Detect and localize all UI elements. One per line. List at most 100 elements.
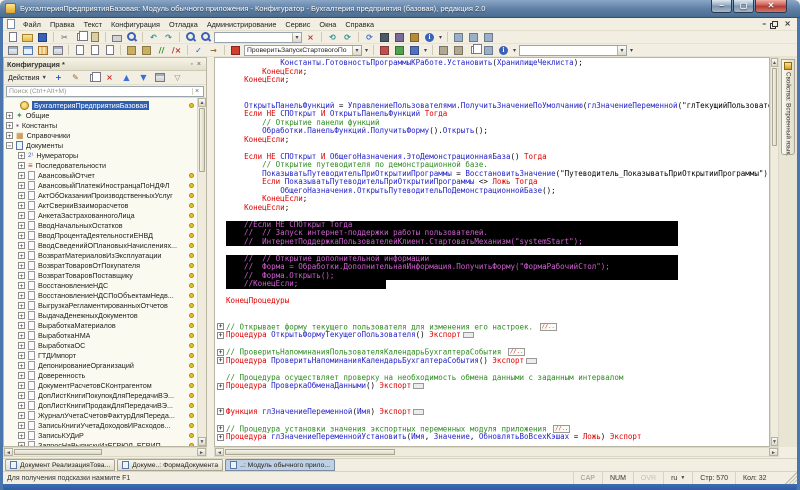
code-line[interactable]: КонецЕсли; xyxy=(217,204,769,213)
code-line[interactable]: // ИнтернетПоддержкаПользователейКлиент.… xyxy=(217,238,769,247)
tree-item[interactable]: +БухгалтерияПредприятияБазовая xyxy=(4,100,197,110)
menu-Администрирование[interactable]: Администрирование xyxy=(207,20,277,29)
code-line[interactable]: // // Запуск интернет-поддержки работы п… xyxy=(217,229,769,238)
window-tab[interactable]: ..: Модуль обычного прило... xyxy=(225,459,335,471)
menu-Правка[interactable]: Правка xyxy=(50,20,75,29)
code-line[interactable]: +Функция глЗначениеПеременной(Имя) Экспо… xyxy=(217,408,769,417)
menu-Текст[interactable]: Текст xyxy=(84,20,102,29)
menu-Конфигурация[interactable]: Конфигурация xyxy=(111,20,160,29)
child-close-button[interactable]: × xyxy=(784,19,791,29)
expand-icon[interactable]: + xyxy=(18,172,25,179)
title-bar[interactable]: БухгалтерияПредприятияБазовая: Модуль об… xyxy=(0,0,800,18)
maximize-button[interactable]: ▢ xyxy=(733,0,754,13)
code-line[interactable] xyxy=(217,306,769,315)
expand-icon[interactable]: + xyxy=(18,152,25,159)
editor-horizontal-scrollbar[interactable]: ◄ ► xyxy=(214,447,779,457)
panel-header[interactable]: Конфигурация * ◦ × xyxy=(4,58,206,71)
minimize-button[interactable]: – xyxy=(711,0,732,13)
code-line[interactable] xyxy=(217,246,769,255)
expand-icon[interactable]: + xyxy=(18,272,25,279)
code-line[interactable]: +// Процедура установки значения экспорт… xyxy=(217,425,769,434)
resize-grip[interactable] xyxy=(785,472,797,484)
collapsed-comment-box[interactable]: //.. xyxy=(553,425,570,433)
expand-icon[interactable]: + xyxy=(18,422,25,429)
code-line[interactable]: +// ПроверитьНапоминанияПользователяКале… xyxy=(217,348,769,357)
collapse-icon[interactable]: − xyxy=(6,142,13,149)
expand-icon[interactable]: + xyxy=(18,342,25,349)
chevron-down-icon[interactable]: ▾ xyxy=(292,33,301,42)
tree-item[interactable]: +ВыработкаМатериалов xyxy=(4,320,197,330)
module-editor-button[interactable] xyxy=(51,44,64,56)
code-line[interactable]: КонецЕсли; xyxy=(217,68,769,77)
tree-item[interactable]: +ВыгрузкаРегламентированныхОтчетов xyxy=(4,300,197,310)
tree-item[interactable]: +Нумераторы xyxy=(4,150,197,160)
expand-icon[interactable]: + xyxy=(6,112,13,119)
tree-scroll-thumb[interactable] xyxy=(199,108,205,172)
code-line[interactable]: КонецЕсли; xyxy=(217,76,769,85)
expand-icon[interactable]: + xyxy=(18,202,25,209)
tree-item[interactable]: +ДопЛистКнигиПокупокДляПередачиВЭ... xyxy=(4,390,197,400)
fold-expand-icon[interactable]: + xyxy=(217,434,224,441)
toggle-bookmark-button[interactable] xyxy=(103,44,116,56)
help-dropdown[interactable]: ▾ xyxy=(438,34,443,41)
code-line[interactable] xyxy=(217,93,769,102)
panel-splitter[interactable] xyxy=(207,57,214,447)
replace-all-button[interactable]: ⟳ xyxy=(341,31,354,43)
expand-icon[interactable]: + xyxy=(18,372,25,379)
expand-icon[interactable]: + xyxy=(18,382,25,389)
tree-item[interactable]: +ВосстановлениеНДС xyxy=(4,280,197,290)
code-line[interactable] xyxy=(217,391,769,400)
expand-icon[interactable]: + xyxy=(18,442,25,447)
expand-icon[interactable]: + xyxy=(18,432,25,439)
code-line[interactable] xyxy=(217,416,769,425)
window-tab[interactable]: Докуме..: ФормаДокумента xyxy=(117,459,223,471)
expand-icon[interactable]: + xyxy=(18,282,25,289)
context-combo[interactable]: ▾ xyxy=(519,45,627,56)
tree-item[interactable]: +ЗаписьКнигиУчетаДоходовИРасходов... xyxy=(4,420,197,430)
expand-icon[interactable]: + xyxy=(18,322,25,329)
help-button[interactable] xyxy=(423,31,436,43)
tree-item[interactable]: +ВыдачаДенежныхДокументов xyxy=(4,310,197,320)
update-db-config-button[interactable] xyxy=(378,31,391,43)
tree-horizontal-scrollbar[interactable]: ◄ ► xyxy=(3,447,207,457)
context-dropdown[interactable]: ▾ xyxy=(629,47,634,54)
window-tab[interactable]: Документ РеализацияТова... xyxy=(5,459,115,471)
open-button[interactable] xyxy=(21,31,34,43)
tree-item[interactable]: +ЗапросНаВыпискуИзЕГРЮЛ_ЕГРИП xyxy=(4,440,197,446)
code-line[interactable] xyxy=(217,289,769,298)
edit-button[interactable]: ✎ xyxy=(69,72,82,84)
menu-Справка[interactable]: Справка xyxy=(345,20,374,29)
close-button[interactable]: ✕ xyxy=(755,0,787,13)
tree-item[interactable]: +ВводСведенийОПлановыхНачислениях... xyxy=(4,240,197,250)
find-button[interactable] xyxy=(184,31,197,43)
code-line[interactable]: ОбщегоНазначения.ОткрытьПутеводительПоДе… xyxy=(217,187,769,196)
code-line[interactable] xyxy=(217,399,769,408)
bookmarks-dropdown[interactable]: ▾ xyxy=(423,47,428,54)
code-line[interactable]: +Процедура ПроверитьНапоминанияКалендарь… xyxy=(217,357,769,366)
fold-expand-icon[interactable]: + xyxy=(217,323,224,330)
cut-button[interactable]: ✂ xyxy=(58,31,71,43)
template-button-2[interactable] xyxy=(467,31,480,43)
save-button[interactable] xyxy=(36,31,49,43)
expand-icon[interactable]: + xyxy=(18,222,25,229)
replace-button[interactable]: ⟲ xyxy=(326,31,339,43)
expand-icon[interactable]: + xyxy=(18,252,25,259)
goto-definition-button[interactable]: → xyxy=(207,44,220,56)
code-line[interactable]: Если НЕ СПОткрыт И ОткрытьПанельФункций … xyxy=(217,110,769,119)
tree-item[interactable]: +ДокументРасчетовСКонтрагентом xyxy=(4,380,197,390)
collapsed-region-box[interactable] xyxy=(463,332,474,338)
redo-button[interactable]: ↷ xyxy=(162,31,175,43)
editor-scroll-thumb[interactable] xyxy=(772,68,777,146)
tree-item[interactable]: +ВозвратТоваровПоставщику xyxy=(4,270,197,280)
watch-panel-button[interactable] xyxy=(452,44,465,56)
scroll-down-icon[interactable]: ▼ xyxy=(198,437,206,446)
code-line[interactable] xyxy=(217,365,769,374)
tree-item[interactable]: +Справочники xyxy=(4,130,197,140)
tree-item[interactable]: +ДопЛистКнигиПродажДляПередачиВЭ... xyxy=(4,400,197,410)
code-line[interactable]: Константы.ГотовностьПрограммыКРаботе.Уст… xyxy=(217,59,769,68)
format-block-button[interactable] xyxy=(140,44,153,56)
menu-Файл[interactable]: Файл xyxy=(23,20,41,29)
code-line[interactable]: // Процедура осуществляет проверку на не… xyxy=(217,374,769,383)
expand-icon[interactable]: + xyxy=(6,132,13,139)
tree-item[interactable]: +ВозвратТоваровОтПокупателя xyxy=(4,260,197,270)
